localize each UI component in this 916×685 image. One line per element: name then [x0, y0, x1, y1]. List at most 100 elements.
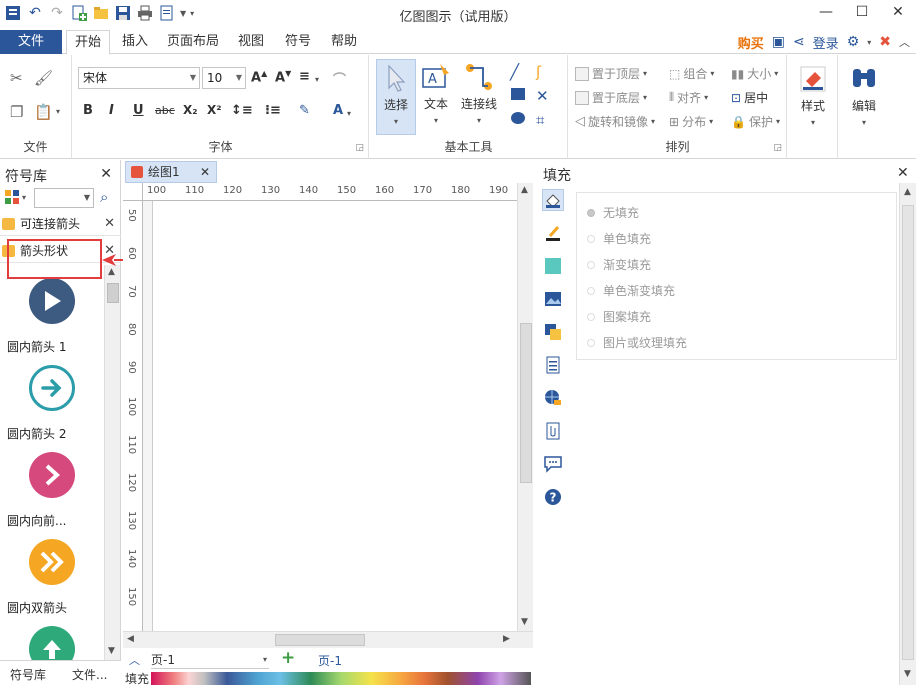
page-select[interactable]: 页-1 ▾	[151, 651, 269, 669]
select-tool-button[interactable]: 选择 ▾	[376, 59, 416, 135]
font-color-icon[interactable]: A	[333, 103, 343, 118]
subscript-button[interactable]: X₂	[183, 103, 198, 117]
line-style-icon[interactable]: ⌒	[333, 69, 346, 88]
search-icon[interactable]: ⌕	[100, 188, 108, 206]
fill-panel-scrollbar[interactable]: ▲ ▼	[899, 183, 916, 685]
connector-tool-button[interactable]: 连接线 ▾	[456, 59, 502, 135]
tab-home[interactable]: 开始	[66, 30, 110, 55]
paste-icon[interactable]: 📋	[34, 103, 53, 121]
symbol-item[interactable]: 圆内箭头 2	[0, 365, 104, 442]
strikethrough-button[interactable]: abc	[155, 104, 175, 117]
drawing-canvas[interactable]	[143, 201, 517, 631]
maximize-icon[interactable]: ☐	[844, 0, 880, 24]
help-icon[interactable]: ?	[542, 486, 564, 508]
shadow-tool-icon[interactable]	[542, 255, 564, 277]
settings-dropdown-icon[interactable]: ▾	[867, 38, 871, 47]
text-color-icon[interactable]: ✎	[299, 103, 310, 118]
italic-button[interactable]: I	[109, 103, 114, 118]
curve-tool-icon[interactable]: ʃ	[536, 63, 541, 81]
font-name-select[interactable]: 宋体 ▼	[78, 67, 200, 89]
scrollbar-thumb[interactable]	[275, 634, 365, 646]
canvas-horizontal-scrollbar[interactable]: ◀ ▶	[123, 631, 533, 648]
bullet-list-icon[interactable]: ⁝≡	[265, 103, 281, 118]
fill-option-single-gradient[interactable]: 单色渐变填充	[587, 282, 675, 299]
symbol-search-input[interactable]: ▼	[34, 188, 94, 208]
scroll-down-icon[interactable]: ▼	[108, 646, 115, 656]
scroll-down-icon[interactable]: ▼	[904, 669, 911, 679]
fill-option-solid[interactable]: 单色填充	[587, 230, 651, 247]
fill-option-gradient[interactable]: 渐变填充	[587, 256, 651, 273]
font-dialog-launcher-icon[interactable]: ◲	[355, 143, 364, 153]
arrange-dialog-launcher-icon[interactable]: ◲	[773, 143, 782, 153]
scrollbar-thumb[interactable]	[902, 205, 914, 660]
canvas-vertical-scrollbar[interactable]: ▲ ▼	[517, 183, 533, 631]
layer-tool-icon[interactable]	[542, 321, 564, 343]
minimize-icon[interactable]: —	[808, 0, 844, 24]
scrollbar-thumb[interactable]	[107, 283, 119, 303]
close-icon[interactable]: ✕	[104, 212, 115, 236]
edit-button[interactable]: 编辑 ▾	[843, 61, 885, 137]
center-button[interactable]: ⊡ 居中	[731, 89, 768, 106]
bold-button[interactable]: B	[83, 103, 93, 118]
collapse-pages-icon[interactable]: ︿	[129, 652, 140, 668]
color-swatches[interactable]	[151, 672, 531, 685]
scroll-left-icon[interactable]: ◀	[127, 634, 134, 644]
image-tool-icon[interactable]	[542, 288, 564, 310]
settings-gear-icon[interactable]: ⚙	[847, 34, 860, 50]
font-size-select[interactable]: 10 ▼	[202, 67, 246, 89]
cross-tool-icon[interactable]: ✕	[536, 87, 549, 105]
symbol-item[interactable]: 圆内箭头 1	[0, 278, 104, 355]
group-button[interactable]: ⬚ 组合 ▾	[669, 65, 714, 82]
close-icon[interactable]: ✕	[897, 165, 909, 181]
ellipse-tool-icon[interactable]	[510, 111, 526, 125]
copy-icon[interactable]: ❐	[10, 103, 23, 121]
align-button[interactable]: ⫴ 对齐 ▾	[669, 89, 708, 106]
close-icon[interactable]: ✕	[100, 166, 112, 182]
rotate-mirror-button[interactable]: ◁ 旋转和镜像 ▾	[575, 113, 655, 130]
scroll-right-icon[interactable]: ▶	[503, 634, 510, 644]
close-window-icon[interactable]: ✕	[880, 0, 916, 24]
symbol-item[interactable]: 圆内双箭头	[0, 539, 104, 616]
fill-tool-icon[interactable]	[542, 189, 564, 211]
grow-font-icon[interactable]: A▲	[251, 69, 267, 85]
tab-insert[interactable]: 插入	[114, 30, 156, 54]
comment-icon[interactable]	[542, 453, 564, 475]
distribute-button[interactable]: ⊞ 分布 ▾	[669, 113, 713, 130]
cut-icon[interactable]: ✂	[10, 69, 23, 87]
scroll-up-icon[interactable]: ▲	[108, 267, 115, 277]
page-properties-icon[interactable]	[542, 354, 564, 376]
symbol-list-scrollbar[interactable]: ▲ ▼	[104, 265, 120, 660]
scroll-up-icon[interactable]: ▲	[904, 187, 911, 197]
attachment-icon[interactable]	[542, 420, 564, 442]
line-tool-icon[interactable]: ╱	[510, 63, 519, 81]
tab-view[interactable]: 视图	[230, 30, 272, 54]
share-icon[interactable]: ⋖	[793, 34, 805, 50]
document-tab[interactable]: 绘图1 ✕	[125, 161, 217, 183]
rectangle-tool-icon[interactable]	[510, 87, 526, 101]
tab-file[interactable]: 文件	[0, 30, 62, 54]
tab-help[interactable]: 帮助	[324, 30, 364, 54]
superscript-button[interactable]: X²	[207, 103, 222, 117]
symbol-item[interactable]: 圆内向前...	[0, 452, 104, 529]
font-color-dropdown-icon[interactable]: ▾	[347, 109, 351, 118]
scroll-down-icon[interactable]: ▼	[521, 617, 528, 627]
add-page-icon[interactable]: +	[281, 648, 295, 668]
scrollbar-thumb[interactable]	[520, 323, 532, 483]
line-tool-icon[interactable]	[542, 222, 564, 244]
collapse-ribbon-icon[interactable]: ︿	[899, 34, 910, 50]
crop-tool-icon[interactable]: ⌗	[536, 111, 544, 129]
hyperlink-globe-icon[interactable]	[542, 387, 564, 409]
tab-symbol[interactable]: 符号	[278, 30, 318, 54]
format-painter-icon[interactable]: 🖌	[34, 69, 53, 87]
buy-link[interactable]: 购买	[738, 33, 764, 52]
library-dropdown-icon[interactable]: ▾	[22, 193, 26, 202]
fill-option-picture-texture[interactable]: 图片或纹理填充	[587, 334, 687, 351]
line-spacing-icon[interactable]: ↕≡	[231, 103, 253, 118]
fill-option-none[interactable]: 无填充	[587, 204, 639, 221]
tab-page-layout[interactable]: 页面布局	[162, 30, 224, 54]
scroll-up-icon[interactable]: ▲	[521, 185, 528, 195]
send-to-back-button[interactable]: 置于底层 ▾	[575, 89, 647, 106]
drawing-page[interactable]	[152, 201, 517, 631]
screenshot-icon[interactable]: ▣	[772, 34, 785, 50]
size-button[interactable]: ▮▮ 大小 ▾	[731, 65, 778, 82]
